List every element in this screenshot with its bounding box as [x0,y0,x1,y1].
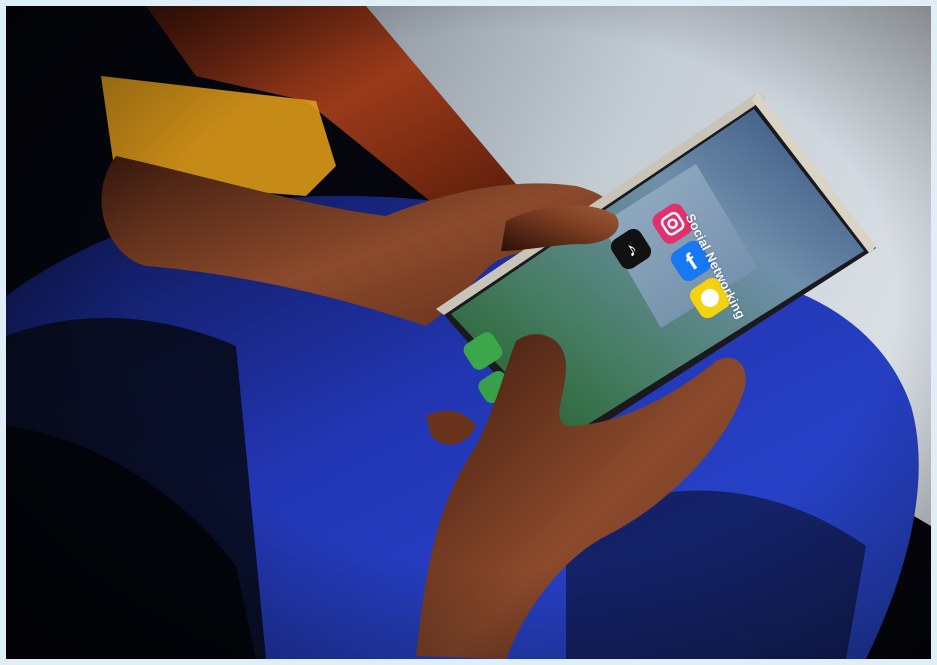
photo-scene: ♪ f [6,6,931,659]
image-frame: ♪ f Social Networking [0,0,937,665]
photo: ♪ f Social Networking [6,6,931,659]
